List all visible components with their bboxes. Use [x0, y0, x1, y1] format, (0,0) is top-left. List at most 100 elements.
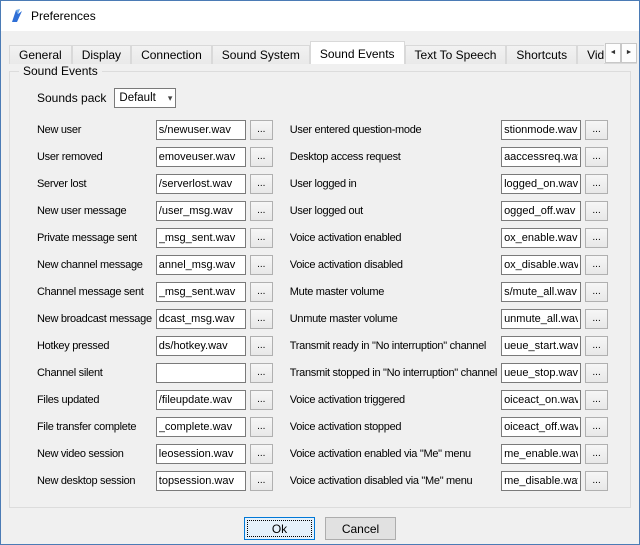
- browse-button-voice-activation-stopped[interactable]: ...: [585, 417, 608, 437]
- browse-button-private-message-sent[interactable]: ...: [250, 228, 273, 248]
- browse-button-user-removed[interactable]: ...: [250, 147, 273, 167]
- browse-button-voice-activation-enabled[interactable]: ...: [585, 228, 608, 248]
- sound-file-input-voice-activation-triggered[interactable]: [501, 390, 581, 410]
- titlebar[interactable]: Preferences: [1, 1, 639, 31]
- sound-file-input-new-broadcast-message[interactable]: [156, 309, 246, 329]
- browse-button-hotkey-pressed[interactable]: ...: [250, 336, 273, 356]
- sound-event-label: New user: [37, 124, 152, 136]
- sound-file-input-voice-activation-stopped[interactable]: [501, 417, 581, 437]
- ok-button[interactable]: Ok: [244, 517, 315, 540]
- sound-event-label: Unmute master volume: [290, 313, 497, 325]
- sound-file-input-new-video-session[interactable]: [156, 444, 246, 464]
- browse-button-mute-master-volume[interactable]: ...: [585, 282, 608, 302]
- sound-file-input-voice-activation-enabled[interactable]: [501, 228, 581, 248]
- sound-event-label: Voice activation triggered: [290, 394, 497, 406]
- browse-button-file-transfer-complete[interactable]: ...: [250, 417, 273, 437]
- tab-video[interactable]: Video: [577, 45, 604, 64]
- sound-event-label: Transmit ready in "No interruption" chan…: [290, 340, 497, 352]
- sound-event-row-file-transfer-complete: File transfer complete...: [37, 417, 273, 437]
- browse-button-server-lost[interactable]: ...: [250, 174, 273, 194]
- browse-button-new-video-session[interactable]: ...: [250, 444, 273, 464]
- sound-file-input-private-message-sent[interactable]: [156, 228, 246, 248]
- sounds-pack-value: Default: [119, 92, 155, 104]
- tab-text-to-speech[interactable]: Text To Speech: [405, 45, 507, 64]
- sounds-pack-label: Sounds pack: [37, 91, 106, 105]
- sound-event-row-files-updated: Files updated...: [37, 390, 273, 410]
- browse-button-new-broadcast-message[interactable]: ...: [250, 309, 273, 329]
- sound-file-input-unmute-master-volume[interactable]: [501, 309, 581, 329]
- browse-button-user-logged-in[interactable]: ...: [585, 174, 608, 194]
- arrow-left-icon: ◄: [610, 49, 617, 56]
- browse-button-voice-activation-disabled-via-me-menu[interactable]: ...: [585, 471, 608, 491]
- sound-event-row-voice-activation-triggered: Voice activation triggered...: [290, 390, 608, 410]
- browse-button-desktop-access-request[interactable]: ...: [585, 147, 608, 167]
- sound-event-label: New broadcast message: [37, 313, 152, 325]
- tab-connection[interactable]: Connection: [131, 45, 212, 64]
- sound-file-input-mute-master-volume[interactable]: [501, 282, 581, 302]
- events-column-left: New user...User removed...Server lost...…: [30, 120, 273, 498]
- tab-sound-events[interactable]: Sound Events: [310, 41, 405, 64]
- sound-event-label: Voice activation enabled: [290, 232, 497, 244]
- sound-event-row-user-removed: User removed...: [37, 147, 273, 167]
- sound-file-input-new-user-message[interactable]: [156, 201, 246, 221]
- sound-file-input-new-desktop-session[interactable]: [156, 471, 246, 491]
- sound-file-input-user-logged-out[interactable]: [501, 201, 581, 221]
- sound-file-input-transmit-stopped-in-no-interruption-channel[interactable]: [501, 363, 581, 383]
- sound-event-row-new-user-message: New user message...: [37, 201, 273, 221]
- browse-button-voice-activation-disabled[interactable]: ...: [585, 255, 608, 275]
- sound-file-input-files-updated[interactable]: [156, 390, 246, 410]
- sound-file-input-voice-activation-disabled[interactable]: [501, 255, 581, 275]
- sound-event-label: Voice activation disabled via "Me" menu: [290, 475, 497, 487]
- sound-file-input-channel-silent[interactable]: [156, 363, 246, 383]
- sound-event-label: Transmit stopped in "No interruption" ch…: [290, 367, 497, 379]
- sound-file-input-file-transfer-complete[interactable]: [156, 417, 246, 437]
- sound-event-row-server-lost: Server lost...: [37, 174, 273, 194]
- sound-event-row-voice-activation-enabled-via-me-menu: Voice activation enabled via "Me" menu..…: [290, 444, 608, 464]
- browse-button-user-logged-out[interactable]: ...: [585, 201, 608, 221]
- tab-general[interactable]: General: [9, 45, 72, 64]
- sound-event-row-new-broadcast-message: New broadcast message...: [37, 309, 273, 329]
- browse-button-unmute-master-volume[interactable]: ...: [585, 309, 608, 329]
- sound-file-input-new-channel-message[interactable]: [156, 255, 246, 275]
- tab-sound-system[interactable]: Sound System: [212, 45, 310, 64]
- browse-button-transmit-stopped-in-no-interruption-channel[interactable]: ...: [585, 363, 608, 383]
- tab-display[interactable]: Display: [72, 45, 131, 64]
- sound-event-label: Voice activation disabled: [290, 259, 497, 271]
- sound-event-row-voice-activation-disabled: Voice activation disabled...: [290, 255, 608, 275]
- group-title: Sound Events: [19, 64, 102, 78]
- sound-file-input-channel-message-sent[interactable]: [156, 282, 246, 302]
- sound-file-input-hotkey-pressed[interactable]: [156, 336, 246, 356]
- sounds-pack-select[interactable]: Default ▾: [114, 88, 176, 108]
- sound-event-label: Channel message sent: [37, 286, 152, 298]
- tab-scroll-right-button[interactable]: ►: [621, 43, 637, 63]
- sound-event-row-channel-message-sent: Channel message sent...: [37, 282, 273, 302]
- browse-button-new-desktop-session[interactable]: ...: [250, 471, 273, 491]
- sound-event-row-mute-master-volume: Mute master volume...: [290, 282, 608, 302]
- sound-event-row-new-user: New user...: [37, 120, 273, 140]
- browse-button-new-user-message[interactable]: ...: [250, 201, 273, 221]
- sound-file-input-user-entered-question-mode[interactable]: [501, 120, 581, 140]
- tab-shortcuts[interactable]: Shortcuts: [506, 45, 577, 64]
- sound-file-input-user-removed[interactable]: [156, 147, 246, 167]
- tab-scroll-left-button[interactable]: ◄: [605, 43, 621, 63]
- sound-file-input-voice-activation-enabled-via-me-menu[interactable]: [501, 444, 581, 464]
- browse-button-channel-silent[interactable]: ...: [250, 363, 273, 383]
- sound-file-input-server-lost[interactable]: [156, 174, 246, 194]
- browse-button-new-user[interactable]: ...: [250, 120, 273, 140]
- browse-button-files-updated[interactable]: ...: [250, 390, 273, 410]
- sound-event-row-new-video-session: New video session...: [37, 444, 273, 464]
- browse-button-new-channel-message[interactable]: ...: [250, 255, 273, 275]
- sound-file-input-desktop-access-request[interactable]: [501, 147, 581, 167]
- browse-button-user-entered-question-mode[interactable]: ...: [585, 120, 608, 140]
- browse-button-voice-activation-enabled-via-me-menu[interactable]: ...: [585, 444, 608, 464]
- sound-event-row-transmit-ready-in-no-interruption-channel: Transmit ready in "No interruption" chan…: [290, 336, 608, 356]
- browse-button-transmit-ready-in-no-interruption-channel[interactable]: ...: [585, 336, 608, 356]
- sound-file-input-voice-activation-disabled-via-me-menu[interactable]: [501, 471, 581, 491]
- browse-button-voice-activation-triggered[interactable]: ...: [585, 390, 608, 410]
- sound-file-input-transmit-ready-in-no-interruption-channel[interactable]: [501, 336, 581, 356]
- cancel-button[interactable]: Cancel: [325, 517, 396, 540]
- sound-file-input-user-logged-in[interactable]: [501, 174, 581, 194]
- browse-button-channel-message-sent[interactable]: ...: [250, 282, 273, 302]
- sound-file-input-new-user[interactable]: [156, 120, 246, 140]
- sound-event-row-voice-activation-enabled: Voice activation enabled...: [290, 228, 608, 248]
